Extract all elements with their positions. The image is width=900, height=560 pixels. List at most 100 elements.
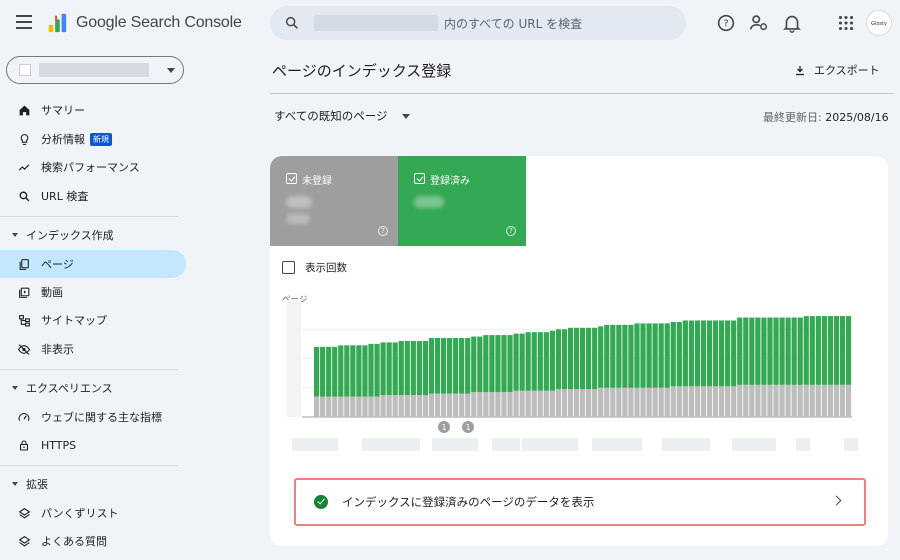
- bar-not-indexed: [567, 389, 574, 417]
- bar-indexed: [501, 335, 507, 393]
- checkbox-unchecked-icon[interactable]: [282, 261, 295, 274]
- bar-not-indexed: [320, 396, 326, 417]
- help-icon[interactable]: ?: [506, 226, 516, 236]
- svg-text:?: ?: [723, 19, 728, 30]
- sidebar-section-experience[interactable]: エクスペリエンス: [0, 376, 186, 400]
- bar-indexed: [725, 320, 731, 387]
- bar-not-indexed: [700, 386, 707, 417]
- bar-indexed: [682, 320, 688, 387]
- bar-not-indexed: [598, 387, 604, 417]
- bar-indexed: [362, 345, 368, 397]
- sidebar-item-core-web-vitals[interactable]: ウェブに関する主な指標: [0, 403, 186, 431]
- bar-not-indexed: [791, 384, 797, 417]
- checkbox-checked-icon[interactable]: [286, 173, 297, 184]
- manage-users-icon[interactable]: [748, 12, 770, 34]
- bar-indexed: [821, 316, 827, 385]
- view-indexed-pages-button[interactable]: インデックスに登録済みのページのデータを表示: [294, 478, 866, 526]
- sidebar-item-summary[interactable]: サマリー: [0, 96, 186, 124]
- pages-filter-dropdown[interactable]: すべての既知のページ: [274, 108, 410, 124]
- tile-label: 未登録: [302, 176, 332, 187]
- impressions-label: 表示回数: [305, 262, 347, 274]
- layers-icon: [17, 534, 31, 548]
- sidebar-item-pages[interactable]: ページ: [0, 250, 186, 278]
- app-title: Google Search Console: [76, 14, 242, 31]
- sidebar-section-enhancements[interactable]: 拡張: [0, 472, 186, 496]
- impressions-toggle[interactable]: 表示回数: [282, 260, 347, 275]
- sidebar-item-faq[interactable]: よくある質問: [0, 527, 186, 555]
- bar-not-indexed: [446, 393, 453, 417]
- bar-not-indexed: [477, 392, 483, 417]
- sidebar-item-label: URL 検査: [41, 190, 89, 203]
- account-avatar[interactable]: Glosty: [866, 10, 892, 36]
- help-icon[interactable]: ?: [715, 12, 737, 34]
- bar-not-indexed: [712, 386, 719, 417]
- sidebar-item-label: サマリー: [41, 104, 85, 117]
- sidebar-item-label: ページ: [41, 258, 74, 271]
- bar-indexed: [344, 345, 350, 397]
- bar-not-indexed: [326, 396, 332, 417]
- page-title: ページのインデックス登録: [272, 62, 452, 80]
- not-indexed-tile[interactable]: 未登録 ?: [270, 156, 398, 246]
- bar-indexed: [809, 316, 815, 385]
- sidebar-item-label: ウェブに関する主な指標: [41, 411, 162, 424]
- bar-indexed: [434, 338, 441, 394]
- sidebar-item-videos[interactable]: 動画: [0, 278, 186, 306]
- checkbox-checked-icon[interactable]: [414, 173, 425, 184]
- chevron-down-icon: [401, 113, 410, 119]
- bar-not-indexed: [374, 396, 380, 417]
- bar-not-indexed: [803, 384, 809, 417]
- sidebar-item-label: 分析情報: [41, 133, 85, 146]
- bar-indexed: [586, 327, 592, 390]
- annotation-marker[interactable]: 1: [438, 421, 450, 433]
- bar-indexed: [779, 317, 785, 385]
- bar-not-indexed: [670, 386, 676, 417]
- header-divider: [270, 93, 894, 94]
- redacted-x-tick-label: [492, 438, 520, 451]
- redacted-x-tick-label: [432, 438, 478, 451]
- bar-not-indexed: [682, 386, 688, 417]
- bar-not-indexed: [664, 387, 670, 417]
- chevron-right-icon: [831, 495, 842, 506]
- bar-not-indexed: [719, 386, 725, 417]
- help-icon[interactable]: ?: [378, 226, 388, 236]
- bar-not-indexed: [845, 384, 852, 417]
- sidebar-item-https[interactable]: HTTPS: [0, 431, 186, 459]
- bar-indexed: [628, 324, 634, 388]
- sidebar-item-insights[interactable]: 分析情報 新規: [0, 125, 186, 153]
- bar-indexed: [827, 316, 834, 385]
- sidebar-item-performance[interactable]: 検索パフォーマンス: [0, 153, 186, 181]
- sidebar-item-url-inspection[interactable]: URL 検査: [0, 182, 186, 210]
- bar-indexed: [646, 323, 652, 388]
- bar-not-indexed: [350, 396, 356, 417]
- bar-indexed: [688, 320, 694, 387]
- bar-indexed: [531, 332, 537, 391]
- indexed-tile[interactable]: 登録済み ?: [398, 156, 526, 246]
- bar-not-indexed: [537, 390, 543, 417]
- bar-indexed: [422, 340, 429, 396]
- url-inspect-search[interactable]: 内のすべての URL を検査: [270, 6, 686, 40]
- bar-indexed: [755, 317, 761, 385]
- sidebar-section-indexing[interactable]: インデックス作成: [0, 223, 186, 247]
- bar-not-indexed: [797, 384, 803, 417]
- pages-icon: [17, 257, 31, 271]
- redacted-x-tick-label: [732, 438, 776, 451]
- bar-not-indexed: [483, 392, 489, 417]
- bar-indexed: [338, 345, 344, 397]
- bar-indexed: [785, 317, 791, 385]
- export-button[interactable]: エクスポート: [794, 62, 880, 78]
- apps-grid-icon[interactable]: [835, 12, 857, 34]
- property-selector[interactable]: [6, 56, 184, 84]
- search-placeholder[interactable]: 内のすべての URL を検査: [444, 15, 582, 32]
- bar-indexed: [332, 346, 338, 397]
- sidebar-item-removals[interactable]: 非表示: [0, 335, 186, 363]
- annotation-marker[interactable]: 1: [462, 421, 474, 433]
- notifications-bell-icon[interactable]: [781, 12, 803, 34]
- bar-not-indexed: [743, 384, 749, 417]
- hamburger-menu-icon[interactable]: [16, 15, 32, 29]
- sidebar-item-breadcrumbs[interactable]: パンくずリスト: [0, 499, 186, 527]
- search-icon: [285, 16, 298, 29]
- bar-not-indexed: [749, 384, 755, 417]
- bar-indexed: [737, 317, 743, 385]
- bar-not-indexed: [737, 384, 743, 417]
- sidebar-item-sitemaps[interactable]: サイトマップ: [0, 306, 186, 334]
